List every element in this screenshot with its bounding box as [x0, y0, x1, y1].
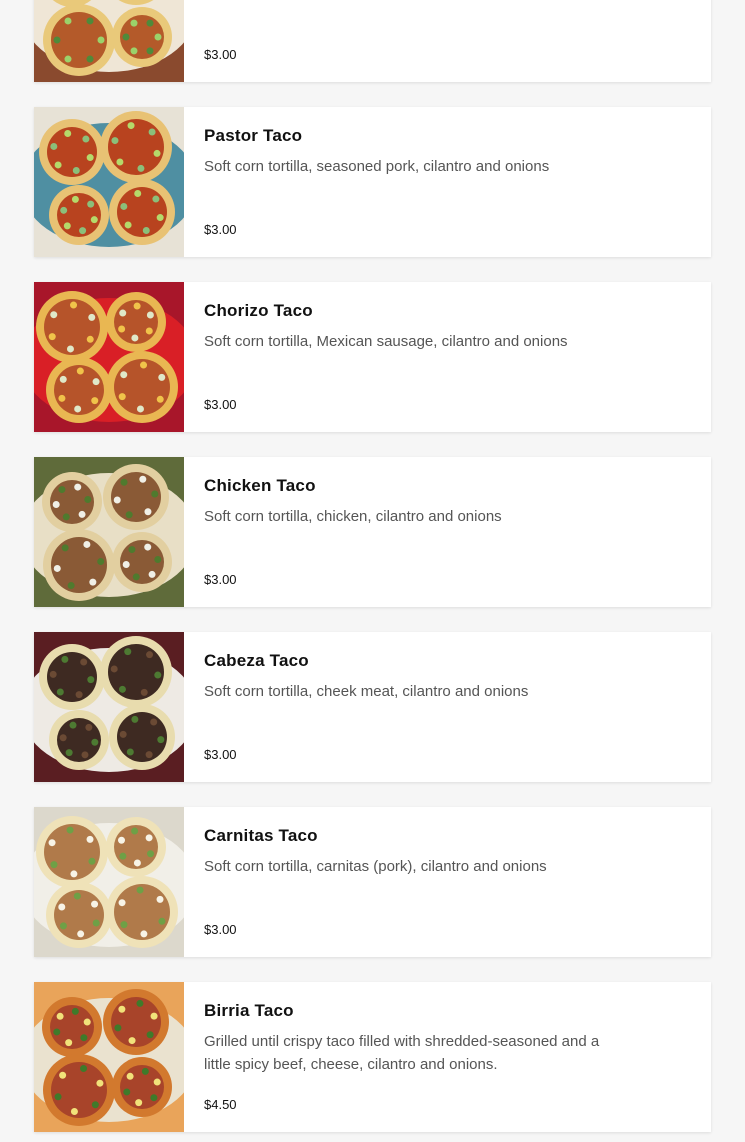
menu-item-info: Chorizo Taco Soft corn tortilla, Mexican…	[204, 282, 644, 432]
menu-item-price: $3.00	[204, 47, 237, 62]
chicken-taco-photo[interactable]	[34, 457, 184, 607]
menu-item-price: $3.00	[204, 397, 237, 412]
menu-item-description: Soft corn tortilla, cheek meat, cilantro…	[204, 683, 529, 700]
birria-taco-photo[interactable]	[34, 982, 184, 1132]
menu-item-list: $3.00 Pastor Taco Soft corn tortilla, se…	[0, 0, 745, 1142]
menu-item-card[interactable]: Cabeza Taco Soft corn tortilla, cheek me…	[34, 632, 711, 782]
menu-item-name: Carnitas Taco	[204, 826, 318, 845]
menu-item-card[interactable]: Chorizo Taco Soft corn tortilla, Mexican…	[34, 282, 711, 432]
menu-item-info: Carnitas Taco Soft corn tortilla, carnit…	[204, 807, 644, 957]
menu-item-name: Chorizo Taco	[204, 301, 313, 320]
menu-item-info: Birria Taco Grilled until crispy taco fi…	[204, 982, 644, 1132]
menu-item-description: Soft corn tortilla, carnitas (pork), cil…	[204, 858, 547, 875]
menu-item-price: $3.00	[204, 222, 237, 237]
plated-tacos-photo[interactable]	[34, 0, 184, 82]
menu-item-description: Soft corn tortilla, seasoned pork, cilan…	[204, 158, 550, 175]
menu-item-price: $3.00	[204, 572, 237, 587]
menu-item-description: Soft corn tortilla, Mexican sausage, cil…	[204, 333, 568, 350]
menu-item-description: Soft corn tortilla, chicken, cilantro an…	[204, 508, 502, 525]
menu-item-price: $3.00	[204, 747, 237, 762]
menu-item-card[interactable]: Birria Taco Grilled until crispy taco fi…	[34, 982, 711, 1132]
menu-item-info: Cabeza Taco Soft corn tortilla, cheek me…	[204, 632, 644, 782]
chorizo-taco-photo[interactable]	[34, 282, 184, 432]
menu-item-card[interactable]: Chicken Taco Soft corn tortilla, chicken…	[34, 457, 711, 607]
menu-item-card[interactable]: $3.00	[34, 0, 711, 82]
menu-item-price: $3.00	[204, 922, 237, 937]
menu-item-card[interactable]: Carnitas Taco Soft corn tortilla, carnit…	[34, 807, 711, 957]
carnitas-taco-photo[interactable]	[34, 807, 184, 957]
cabeza-taco-photo[interactable]	[34, 632, 184, 782]
menu-item-price: $4.50	[204, 1097, 237, 1112]
menu-item-description: Grilled until crispy taco filled with sh…	[204, 1033, 600, 1073]
menu-item-info: $3.00	[204, 0, 644, 82]
menu-item-name: Birria Taco	[204, 1001, 294, 1020]
menu-item-name: Chicken Taco	[204, 476, 316, 495]
pastor-taco-photo[interactable]	[34, 107, 184, 257]
menu-item-name: Cabeza Taco	[204, 651, 309, 670]
menu-item-name: Pastor Taco	[204, 126, 303, 145]
menu-item-info: Chicken Taco Soft corn tortilla, chicken…	[204, 457, 644, 607]
menu-item-info: Pastor Taco Soft corn tortilla, seasoned…	[204, 107, 644, 257]
menu-item-card[interactable]: Pastor Taco Soft corn tortilla, seasoned…	[34, 107, 711, 257]
